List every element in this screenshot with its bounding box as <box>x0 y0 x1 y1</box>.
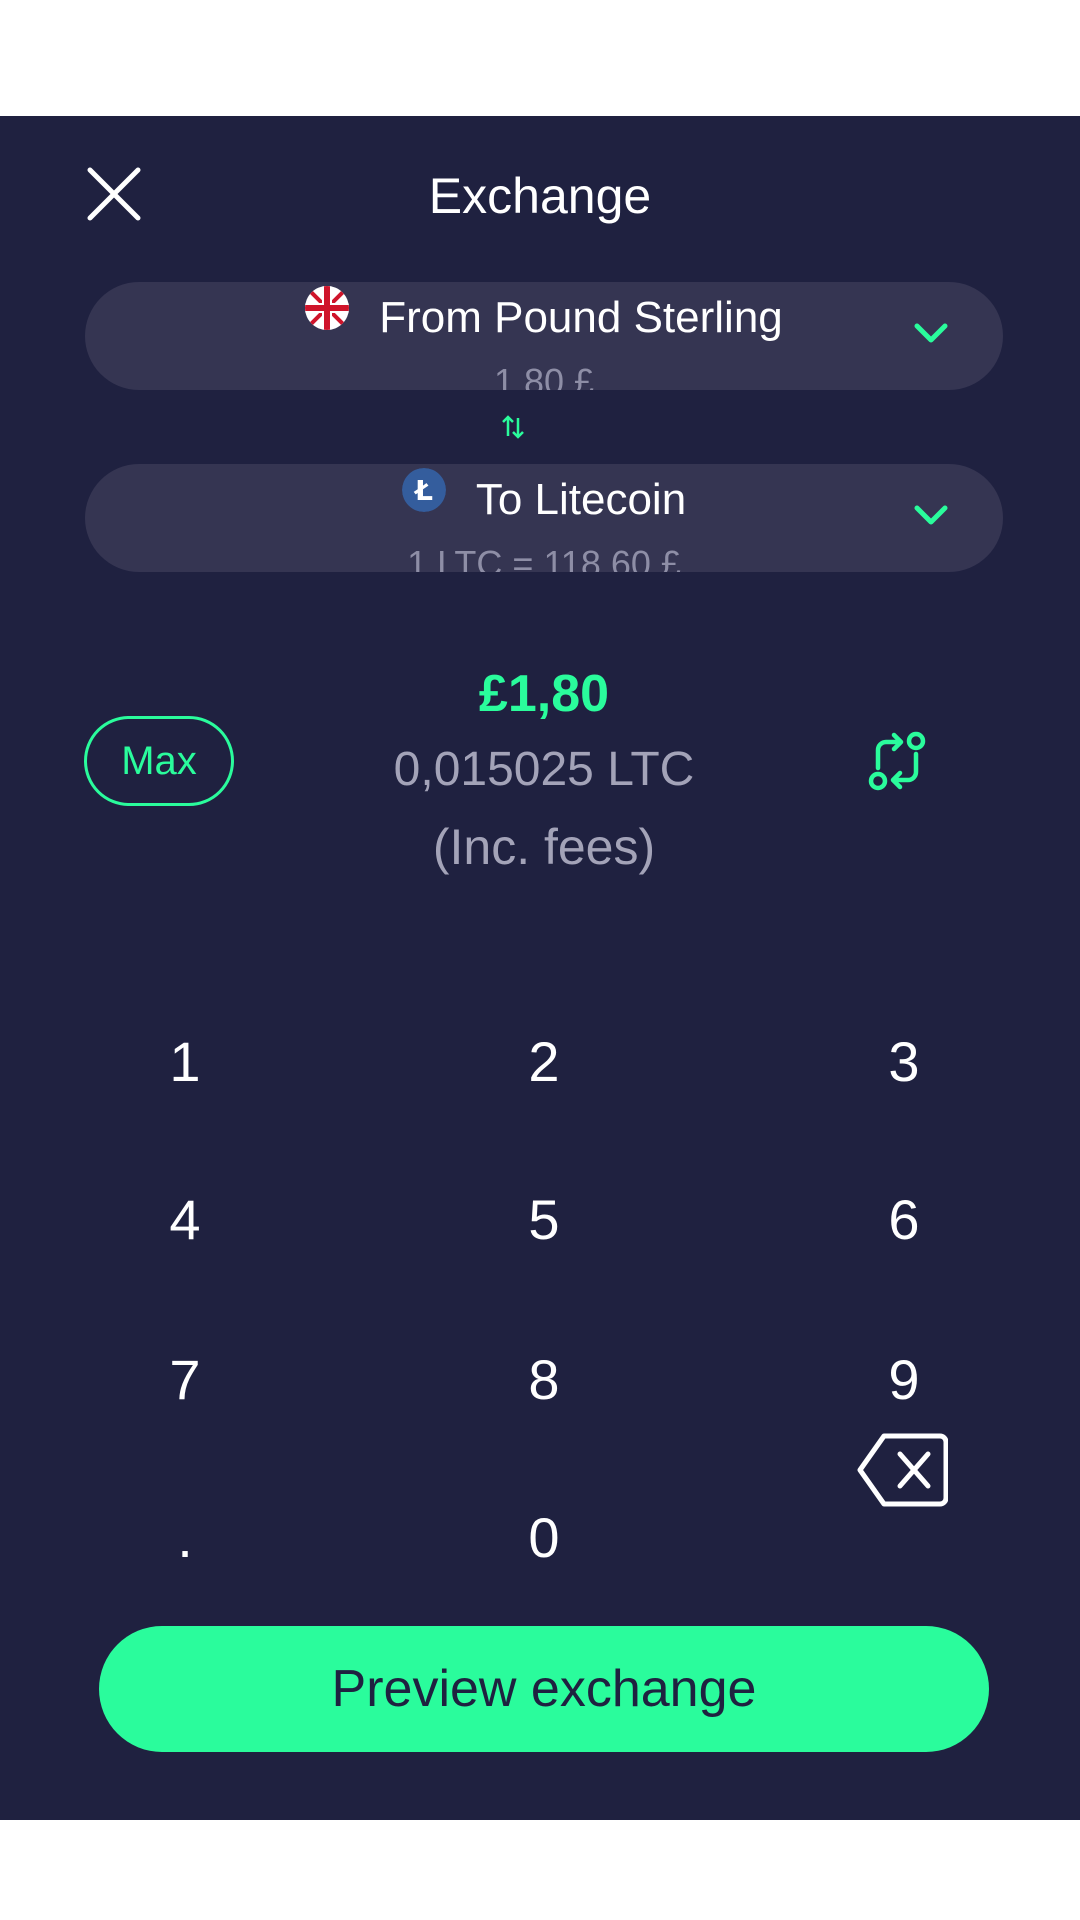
switch-currency-icon[interactable] <box>866 730 928 792</box>
backspace-icon[interactable] <box>856 1432 948 1508</box>
svg-text:Ł: Ł <box>413 474 433 507</box>
from-currency-selector[interactable]: From Pound Sterling 1,80 £ <box>85 282 1003 390</box>
max-button[interactable]: Max <box>84 716 234 806</box>
chevron-down-icon <box>914 505 948 525</box>
from-currency-title: From Pound Sterling <box>379 293 783 342</box>
page-title: Exchange <box>428 168 652 224</box>
keypad-key-4[interactable]: 4 <box>85 1160 285 1280</box>
exchange-rate-subtitle: 1 LTC = 118,60 £ <box>407 543 681 572</box>
to-currency-title: To Litecoin <box>475 475 687 524</box>
keypad-key-6[interactable]: 6 <box>804 1160 1004 1280</box>
keypad-key-8[interactable]: 8 <box>444 1320 644 1440</box>
preview-exchange-button[interactable]: Preview exchange <box>99 1626 989 1752</box>
keypad-key-5[interactable]: 5 <box>444 1160 644 1280</box>
from-amount-subtitle: 1,80 £ <box>493 361 595 390</box>
keypad-key-0[interactable]: 0 <box>444 1478 644 1598</box>
keypad-key-9[interactable]: 9 <box>804 1320 1004 1440</box>
exchange-screen: Exchange From Pound Sterling 1,80 £ Ł To… <box>0 116 1080 1820</box>
navigation-bar-area <box>0 1820 1080 1920</box>
uk-flag-icon <box>305 286 350 330</box>
swap-direction-icon[interactable] <box>500 414 526 440</box>
keypad-key-2[interactable]: 2 <box>444 1002 644 1122</box>
litecoin-icon: Ł <box>401 468 446 512</box>
keypad-key-decimal[interactable]: . <box>85 1478 285 1598</box>
keypad-key-1[interactable]: 1 <box>85 1002 285 1122</box>
status-bar-area <box>0 0 1080 116</box>
keypad-key-3[interactable]: 3 <box>804 1002 1004 1122</box>
keypad-key-7[interactable]: 7 <box>85 1320 285 1440</box>
chevron-down-icon <box>914 323 948 343</box>
fees-note: (Inc. fees) <box>432 819 656 875</box>
to-currency-selector[interactable]: Ł To Litecoin 1 LTC = 118,60 £ <box>85 464 1003 572</box>
